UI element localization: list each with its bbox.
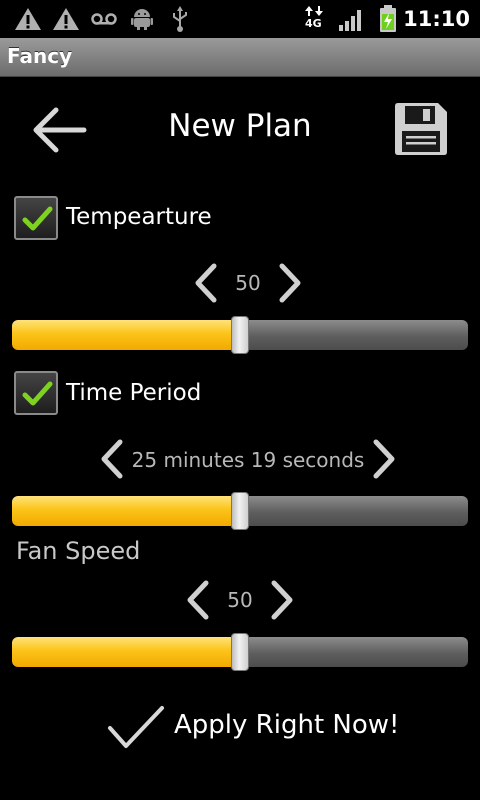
- slider-fill: [12, 320, 240, 350]
- apply-button[interactable]: Apply Right Now!: [100, 700, 400, 756]
- time-period-value: 25 minutes 19 seconds: [131, 448, 365, 472]
- page-title: New Plan: [168, 108, 312, 144]
- warning-icon: [15, 8, 41, 30]
- apply-label: Apply Right Now!: [174, 710, 400, 740]
- slider-fill: [12, 637, 240, 667]
- network-4g-icon: 4G: [304, 6, 324, 32]
- fan-speed-slider[interactable]: [12, 633, 468, 671]
- battery-charging-icon: [380, 5, 396, 32]
- slider-thumb[interactable]: [231, 316, 249, 354]
- app-title: Fancy: [7, 44, 73, 68]
- slider-thumb[interactable]: [231, 492, 249, 530]
- signal-icon: [339, 10, 361, 31]
- chevron-left-icon[interactable]: [192, 262, 220, 304]
- checkmark-icon: [22, 381, 53, 406]
- temperature-checkbox[interactable]: [14, 196, 58, 240]
- app-title-bar: Fancy: [0, 38, 480, 77]
- floppy-disk-icon: [395, 103, 447, 155]
- chevron-right-icon[interactable]: [370, 438, 398, 480]
- chevron-left-icon[interactable]: [98, 438, 126, 480]
- chevron-left-icon[interactable]: [184, 579, 212, 621]
- slider-thumb[interactable]: [231, 633, 249, 671]
- time-period-slider[interactable]: [12, 492, 468, 530]
- temperature-label: Tempearture: [66, 204, 212, 230]
- voicemail-icon: [91, 13, 117, 25]
- chevron-right-icon[interactable]: [268, 579, 296, 621]
- arrow-left-icon: [33, 107, 87, 153]
- save-button[interactable]: [392, 100, 450, 158]
- slider-fill: [12, 496, 240, 526]
- fan-speed-value: 50: [227, 588, 253, 612]
- time-period-checkbox[interactable]: [14, 371, 58, 415]
- time-period-label: Time Period: [66, 380, 202, 406]
- back-button[interactable]: [28, 104, 90, 156]
- temperature-value: 50: [235, 271, 261, 295]
- temperature-slider[interactable]: [12, 316, 468, 354]
- status-bar: 4G 11:10: [0, 0, 480, 38]
- android-debug-icon: [131, 9, 153, 30]
- usb-icon: [173, 6, 187, 32]
- network-4g-label: 4G: [305, 17, 322, 30]
- warning-icon: [53, 8, 79, 30]
- checkmark-icon: [108, 706, 164, 748]
- checkmark-icon: [22, 206, 53, 231]
- fan-speed-label: Fan Speed: [16, 537, 141, 565]
- status-time: 11:10: [403, 7, 470, 31]
- chevron-right-icon[interactable]: [276, 262, 304, 304]
